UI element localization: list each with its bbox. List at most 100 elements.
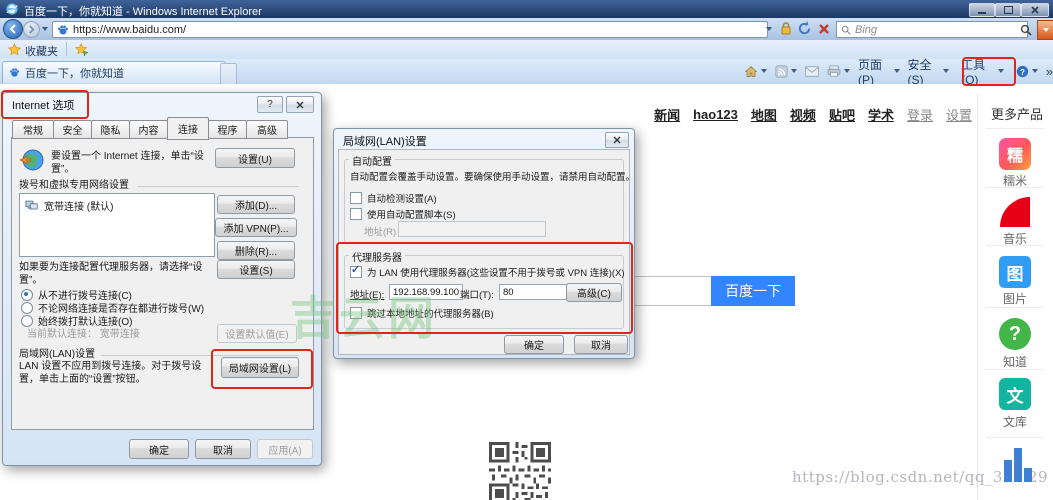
advanced-button[interactable]: 高级(C) bbox=[566, 283, 622, 302]
search-options-dropdown[interactable] bbox=[1037, 20, 1053, 40]
auto-script-checkbox[interactable]: 使用自动配置脚本(S) bbox=[350, 207, 456, 221]
window-titlebar: 百度一下，你就知道 - Windows Internet Explorer bbox=[0, 0, 1053, 18]
use-proxy-checkbox[interactable]: 为 LAN 使用代理服务器(这些设置不用于拨号或 VPN 连接)(X) bbox=[350, 265, 625, 279]
nav-link-video[interactable]: 视频 bbox=[790, 105, 816, 124]
dialog-help-button[interactable]: ? bbox=[257, 96, 283, 113]
bar-chart-icon[interactable] bbox=[1004, 448, 1034, 482]
lan-text-line2: 置，单击上面的“设置”按钮。 bbox=[19, 373, 214, 386]
proxy-port-input[interactable]: 80 bbox=[499, 284, 567, 300]
tab-advanced[interactable]: 高级 bbox=[246, 120, 288, 139]
safety-menu-button[interactable]: 安全(S) bbox=[908, 56, 950, 87]
auto-detect-checkbox[interactable]: 自动检测设置(A) bbox=[350, 191, 437, 205]
setup-text-line1: 要设置一个 Internet 连接，单击“设 bbox=[51, 150, 213, 163]
tab-security[interactable]: 安全 bbox=[53, 120, 92, 139]
settings-button[interactable]: 设置(S) bbox=[217, 260, 295, 279]
address-bar[interactable]: https://www.baidu.com/ bbox=[52, 21, 768, 38]
nav-link-hao123[interactable]: hao123 bbox=[693, 107, 738, 122]
product-label-zhidao[interactable]: 知道 bbox=[977, 353, 1053, 370]
home-button[interactable] bbox=[744, 65, 767, 78]
bypass-proxy-label: 跳过本地地址的代理服务器(B) bbox=[367, 306, 494, 320]
address-dropdown-chevron-icon[interactable] bbox=[766, 27, 772, 31]
favorites-label[interactable]: 收藏夹 bbox=[25, 43, 58, 59]
tab-favicon-paw-icon bbox=[9, 67, 20, 78]
nav-link-map[interactable]: 地图 bbox=[751, 105, 777, 124]
product-label-images[interactable]: 图片 bbox=[977, 290, 1053, 307]
proxy-address-input[interactable]: 192.168.99.100 bbox=[389, 284, 463, 300]
search-dropdown-chevron-icon bbox=[1043, 28, 1049, 32]
script-address-label: 地址(R) bbox=[364, 224, 396, 238]
bar-right bbox=[1024, 468, 1032, 482]
tools-menu-button[interactable]: 工具(O) bbox=[957, 56, 1008, 87]
product-label-wenku[interactable]: 文库 bbox=[977, 413, 1053, 430]
checkbox-checked-icon bbox=[350, 266, 362, 278]
help-icon: ? bbox=[1016, 65, 1029, 78]
search-go-icon[interactable] bbox=[1020, 23, 1032, 41]
tab-privacy[interactable]: 隐私 bbox=[91, 120, 130, 139]
tab-connections[interactable]: 连接 bbox=[167, 117, 209, 140]
more-products-link[interactable]: 更多产品 bbox=[981, 104, 1053, 123]
add-button[interactable]: 添加(D)... bbox=[217, 195, 295, 214]
svg-text:?: ? bbox=[1020, 67, 1025, 76]
page-menu-label: 页面(P) bbox=[858, 56, 891, 87]
print-button[interactable] bbox=[827, 65, 850, 77]
back-button[interactable] bbox=[3, 19, 23, 39]
feeds-icon bbox=[775, 65, 788, 78]
wenku-icon[interactable]: 文 bbox=[999, 378, 1031, 410]
favorites-star-icon[interactable] bbox=[8, 43, 21, 59]
dialog-close-button[interactable] bbox=[286, 96, 314, 113]
nav-link-settings[interactable]: 设置 bbox=[946, 105, 972, 124]
lan-dialog-close-button[interactable] bbox=[605, 132, 629, 148]
tab-programs[interactable]: 程序 bbox=[208, 120, 247, 139]
bypass-proxy-checkbox[interactable]: 跳过本地地址的代理服务器(B) bbox=[350, 306, 494, 320]
close-button[interactable] bbox=[1021, 3, 1049, 17]
read-mail-button[interactable] bbox=[805, 66, 819, 77]
security-lock-icon[interactable] bbox=[780, 22, 792, 40]
lan-group-line bbox=[101, 355, 299, 356]
baidu-search-button[interactable]: 百度一下 bbox=[711, 276, 795, 306]
page-menu-button[interactable]: 页面(P) bbox=[858, 56, 900, 87]
remove-button[interactable]: 删除(R)... bbox=[217, 241, 295, 260]
nav-link-tieba[interactable]: 贴吧 bbox=[829, 105, 855, 124]
forward-button[interactable] bbox=[23, 21, 40, 38]
lan-cancel-button[interactable]: 取消 bbox=[574, 335, 628, 354]
lan-settings-button[interactable]: 局域网设置(L) bbox=[221, 357, 299, 378]
setup-button[interactable]: 设置(U) bbox=[215, 148, 295, 168]
checkbox-icon bbox=[350, 208, 362, 220]
zhidao-icon[interactable]: ? bbox=[999, 318, 1031, 350]
apply-button[interactable]: 应用(A) bbox=[257, 439, 313, 459]
set-default-button[interactable]: 设置默认值(E) bbox=[217, 324, 297, 343]
cancel-button[interactable]: 取消 bbox=[195, 439, 251, 459]
checkbox-icon bbox=[350, 192, 362, 204]
nuomi-icon[interactable]: 糯 bbox=[999, 138, 1031, 170]
help-menu-button[interactable]: ? bbox=[1016, 65, 1038, 78]
add-vpn-button[interactable]: 添加 VPN(P)... bbox=[215, 218, 297, 237]
images-icon[interactable]: 图 bbox=[999, 256, 1031, 288]
help-chevron-icon bbox=[1032, 69, 1038, 73]
minimize-button[interactable] bbox=[969, 3, 995, 17]
add-favorite-icon[interactable] bbox=[75, 43, 89, 59]
nav-link-xueshu[interactable]: 学术 bbox=[868, 105, 894, 124]
radio-always-dial[interactable]: 始终拨打默认连接(O) bbox=[21, 313, 132, 328]
product-divider bbox=[986, 369, 1044, 370]
command-overflow-button[interactable]: » bbox=[1046, 64, 1053, 79]
music-icon[interactable] bbox=[1000, 197, 1030, 227]
stop-button[interactable] bbox=[818, 22, 830, 40]
nav-link-login[interactable]: 登录 bbox=[907, 105, 933, 124]
tab-content[interactable]: 内容 bbox=[129, 120, 168, 139]
nav-link-news[interactable]: 新闻 bbox=[654, 105, 680, 124]
feeds-button[interactable] bbox=[775, 65, 797, 78]
setup-text-line2: 置”。 bbox=[51, 163, 213, 176]
refresh-button[interactable] bbox=[797, 21, 812, 41]
lan-ok-button[interactable]: 确定 bbox=[504, 335, 564, 354]
new-tab-button[interactable] bbox=[220, 63, 237, 84]
search-box[interactable]: Bing bbox=[836, 21, 1028, 38]
tab-general[interactable]: 常规 bbox=[12, 120, 54, 139]
browser-tab[interactable]: 百度一下，你就知道 bbox=[2, 61, 226, 83]
nav-history-chevron-icon[interactable] bbox=[42, 27, 48, 31]
lan-text-line1: LAN 设置不应用到拨号连接。对于拨号设 bbox=[19, 360, 214, 373]
connections-listbox[interactable]: 宽带连接 (默认) bbox=[19, 193, 215, 257]
ok-button[interactable]: 确定 bbox=[129, 439, 189, 459]
connection-list-item[interactable]: 宽带连接 (默认) bbox=[25, 198, 214, 213]
maximize-button[interactable] bbox=[995, 3, 1021, 17]
navigation-bar: https://www.baidu.com/ Bing bbox=[0, 18, 1053, 41]
